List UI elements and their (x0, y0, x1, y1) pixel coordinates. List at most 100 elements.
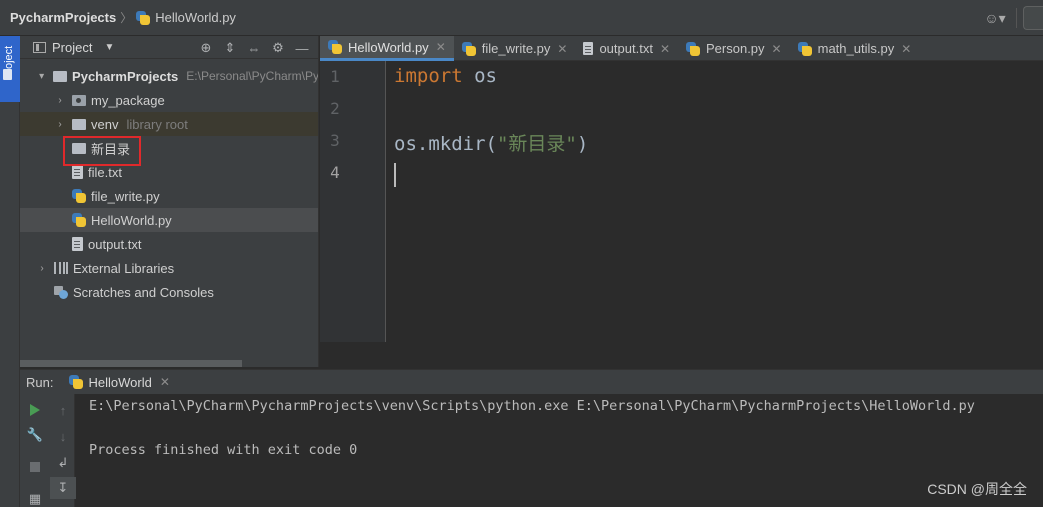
run-tab[interactable]: HelloWorld ✕ (69, 374, 170, 390)
expand-arrow-icon[interactable]: › (54, 95, 66, 106)
editor-tab-label: HelloWorld.py (348, 39, 429, 55)
python-file-icon (72, 213, 86, 227)
user-icon[interactable]: ☺▾ (980, 7, 1010, 29)
tree-item-label: HelloWorld.py (91, 212, 172, 228)
python-logo-yellow (76, 217, 86, 227)
library-icon (54, 262, 68, 274)
tree-item[interactable]: Scratches and Consoles (20, 280, 318, 304)
toolbar-divider (1016, 8, 1017, 28)
folder-icon (3, 69, 12, 80)
breadcrumb-separator: 〉 (120, 11, 133, 25)
folder-icon (53, 71, 68, 82)
expand-arrow-icon[interactable]: › (36, 263, 48, 274)
tree-item[interactable]: output.txt (20, 232, 318, 256)
run-label: Run: (26, 374, 54, 390)
up-arrow-icon[interactable]: ↑ (50, 399, 76, 421)
editor-gutter: 1 2 3 4 (320, 61, 386, 342)
tree-item[interactable]: 新目录 (20, 136, 318, 160)
close-icon[interactable]: ✕ (557, 42, 567, 56)
python-logo-yellow (76, 193, 86, 203)
line-number: 3 (330, 131, 340, 150)
project-view-selector[interactable]: Project (52, 40, 92, 55)
tree-item[interactable]: › my_package (20, 88, 318, 112)
python-logo-yellow (801, 45, 812, 56)
python-file-icon (328, 40, 342, 54)
layout-icon[interactable]: ▦ (22, 488, 48, 507)
run-configuration-selector[interactable] (1023, 6, 1043, 30)
expand-arrow-icon[interactable]: ▾ (36, 71, 47, 82)
editor-tab[interactable]: file_write.py ✕ (454, 36, 576, 61)
down-arrow-icon[interactable]: ↓ (50, 425, 76, 447)
hide-icon[interactable]: — (290, 39, 314, 57)
editor-empty-area (320, 342, 1043, 367)
code-text: os.mkdir( (394, 133, 497, 155)
line-number: 4 (330, 163, 340, 182)
editor-tab[interactable]: Person.py ✕ (678, 36, 790, 61)
close-icon[interactable]: ✕ (772, 42, 782, 56)
editor-tab[interactable]: math_utils.py ✕ (790, 36, 920, 61)
run-toolbar: 🔧 ▦ (20, 394, 50, 507)
tree-item[interactable]: HelloWorld.py (20, 208, 318, 232)
line-number: 1 (330, 67, 340, 86)
folder-icon (72, 119, 86, 130)
tree-item[interactable]: file.txt (20, 160, 318, 184)
editor-tab[interactable]: output.txt ✕ (575, 36, 678, 61)
editor-tab[interactable]: HelloWorld.py ✕ (320, 36, 454, 61)
tree-item-label: PycharmProjects (72, 68, 179, 84)
tree-item-label: file_write.py (91, 188, 160, 204)
scroll-to-end-icon[interactable]: ↧ (50, 477, 76, 499)
console-line: Process finished with exit code 0 (89, 442, 358, 458)
close-icon[interactable]: ✕ (660, 42, 670, 56)
run-console[interactable]: CSDN @周全全 E:\Personal\PyCharm\PycharmPro… (76, 394, 1043, 507)
chevron-down-icon[interactable]: ▼ (104, 42, 114, 53)
python-file-icon (72, 189, 86, 203)
stop-icon[interactable] (22, 456, 48, 478)
expand-all-icon[interactable]: ⇕ (218, 39, 242, 57)
close-icon[interactable]: ✕ (160, 375, 170, 389)
tree-item[interactable]: › venv library root (20, 112, 318, 136)
code-text: os (462, 65, 497, 87)
close-icon[interactable]: ✕ (436, 40, 446, 54)
code-string: "新目录" (496, 133, 577, 155)
horizontal-scrollbar[interactable] (20, 360, 242, 367)
run-tab-label: HelloWorld (88, 374, 152, 390)
text-file-icon (72, 165, 83, 179)
tree-item[interactable]: › External Libraries (20, 256, 318, 280)
code-editor[interactable]: import os os.mkdir("新目录") (386, 61, 1043, 342)
editor-tab-label: output.txt (599, 41, 653, 56)
code-line: import os (394, 65, 497, 87)
rerun-icon[interactable] (22, 399, 48, 421)
python-file-icon (136, 10, 151, 25)
project-view-icon (33, 41, 46, 53)
soft-wrap-icon[interactable]: ↲ (50, 452, 76, 474)
package-dot (76, 98, 81, 103)
editor-tab-label: file_write.py (481, 41, 551, 56)
collapse-all-icon[interactable]: ⇔ (242, 39, 266, 57)
close-icon[interactable]: ✕ (901, 42, 911, 56)
scratches-icon (54, 285, 68, 299)
editor-tab-bar: HelloWorld.py ✕ file_write.py ✕ output.txt ✕ P… (320, 36, 1043, 61)
run-console-toolbar: ↑ ↓ ↲ ↧ (50, 394, 76, 507)
python-file-icon (461, 41, 476, 56)
tree-item-label: External Libraries (73, 260, 175, 276)
project-panel: Project ▼ ⊕ ⇕ ⇔ ⚙ — ▾ PycharmProjects E:\P… (20, 36, 319, 367)
python-file-icon (686, 41, 700, 56)
tree-item-label: output.txt (88, 236, 142, 252)
tree-item-label: 新目录 (91, 141, 131, 157)
locate-icon[interactable]: ⊕ (194, 39, 218, 57)
python-file-icon (69, 375, 84, 389)
project-tool-window-button[interactable]: Project (0, 36, 20, 102)
breadcrumb-file[interactable]: HelloWorld.py (136, 10, 236, 25)
editor-tab-label: Person.py (706, 41, 765, 56)
wrench-icon[interactable]: 🔧 (22, 424, 48, 446)
expand-arrow-icon[interactable]: › (54, 119, 66, 130)
tree-item-label: file.txt (88, 164, 122, 180)
code-line: os.mkdir("新目录") (394, 129, 588, 156)
breadcrumb-project[interactable]: PycharmProjects (10, 10, 116, 25)
tree-item[interactable]: file_write.py (20, 184, 318, 208)
tree-item[interactable]: ▾ PycharmProjects E:\Personal\PyCharm\Py (20, 64, 318, 88)
python-file-icon (797, 41, 812, 56)
text-file-icon (72, 237, 83, 251)
gear-icon[interactable]: ⚙ (266, 39, 290, 57)
tree-item-label: venv (91, 116, 119, 132)
